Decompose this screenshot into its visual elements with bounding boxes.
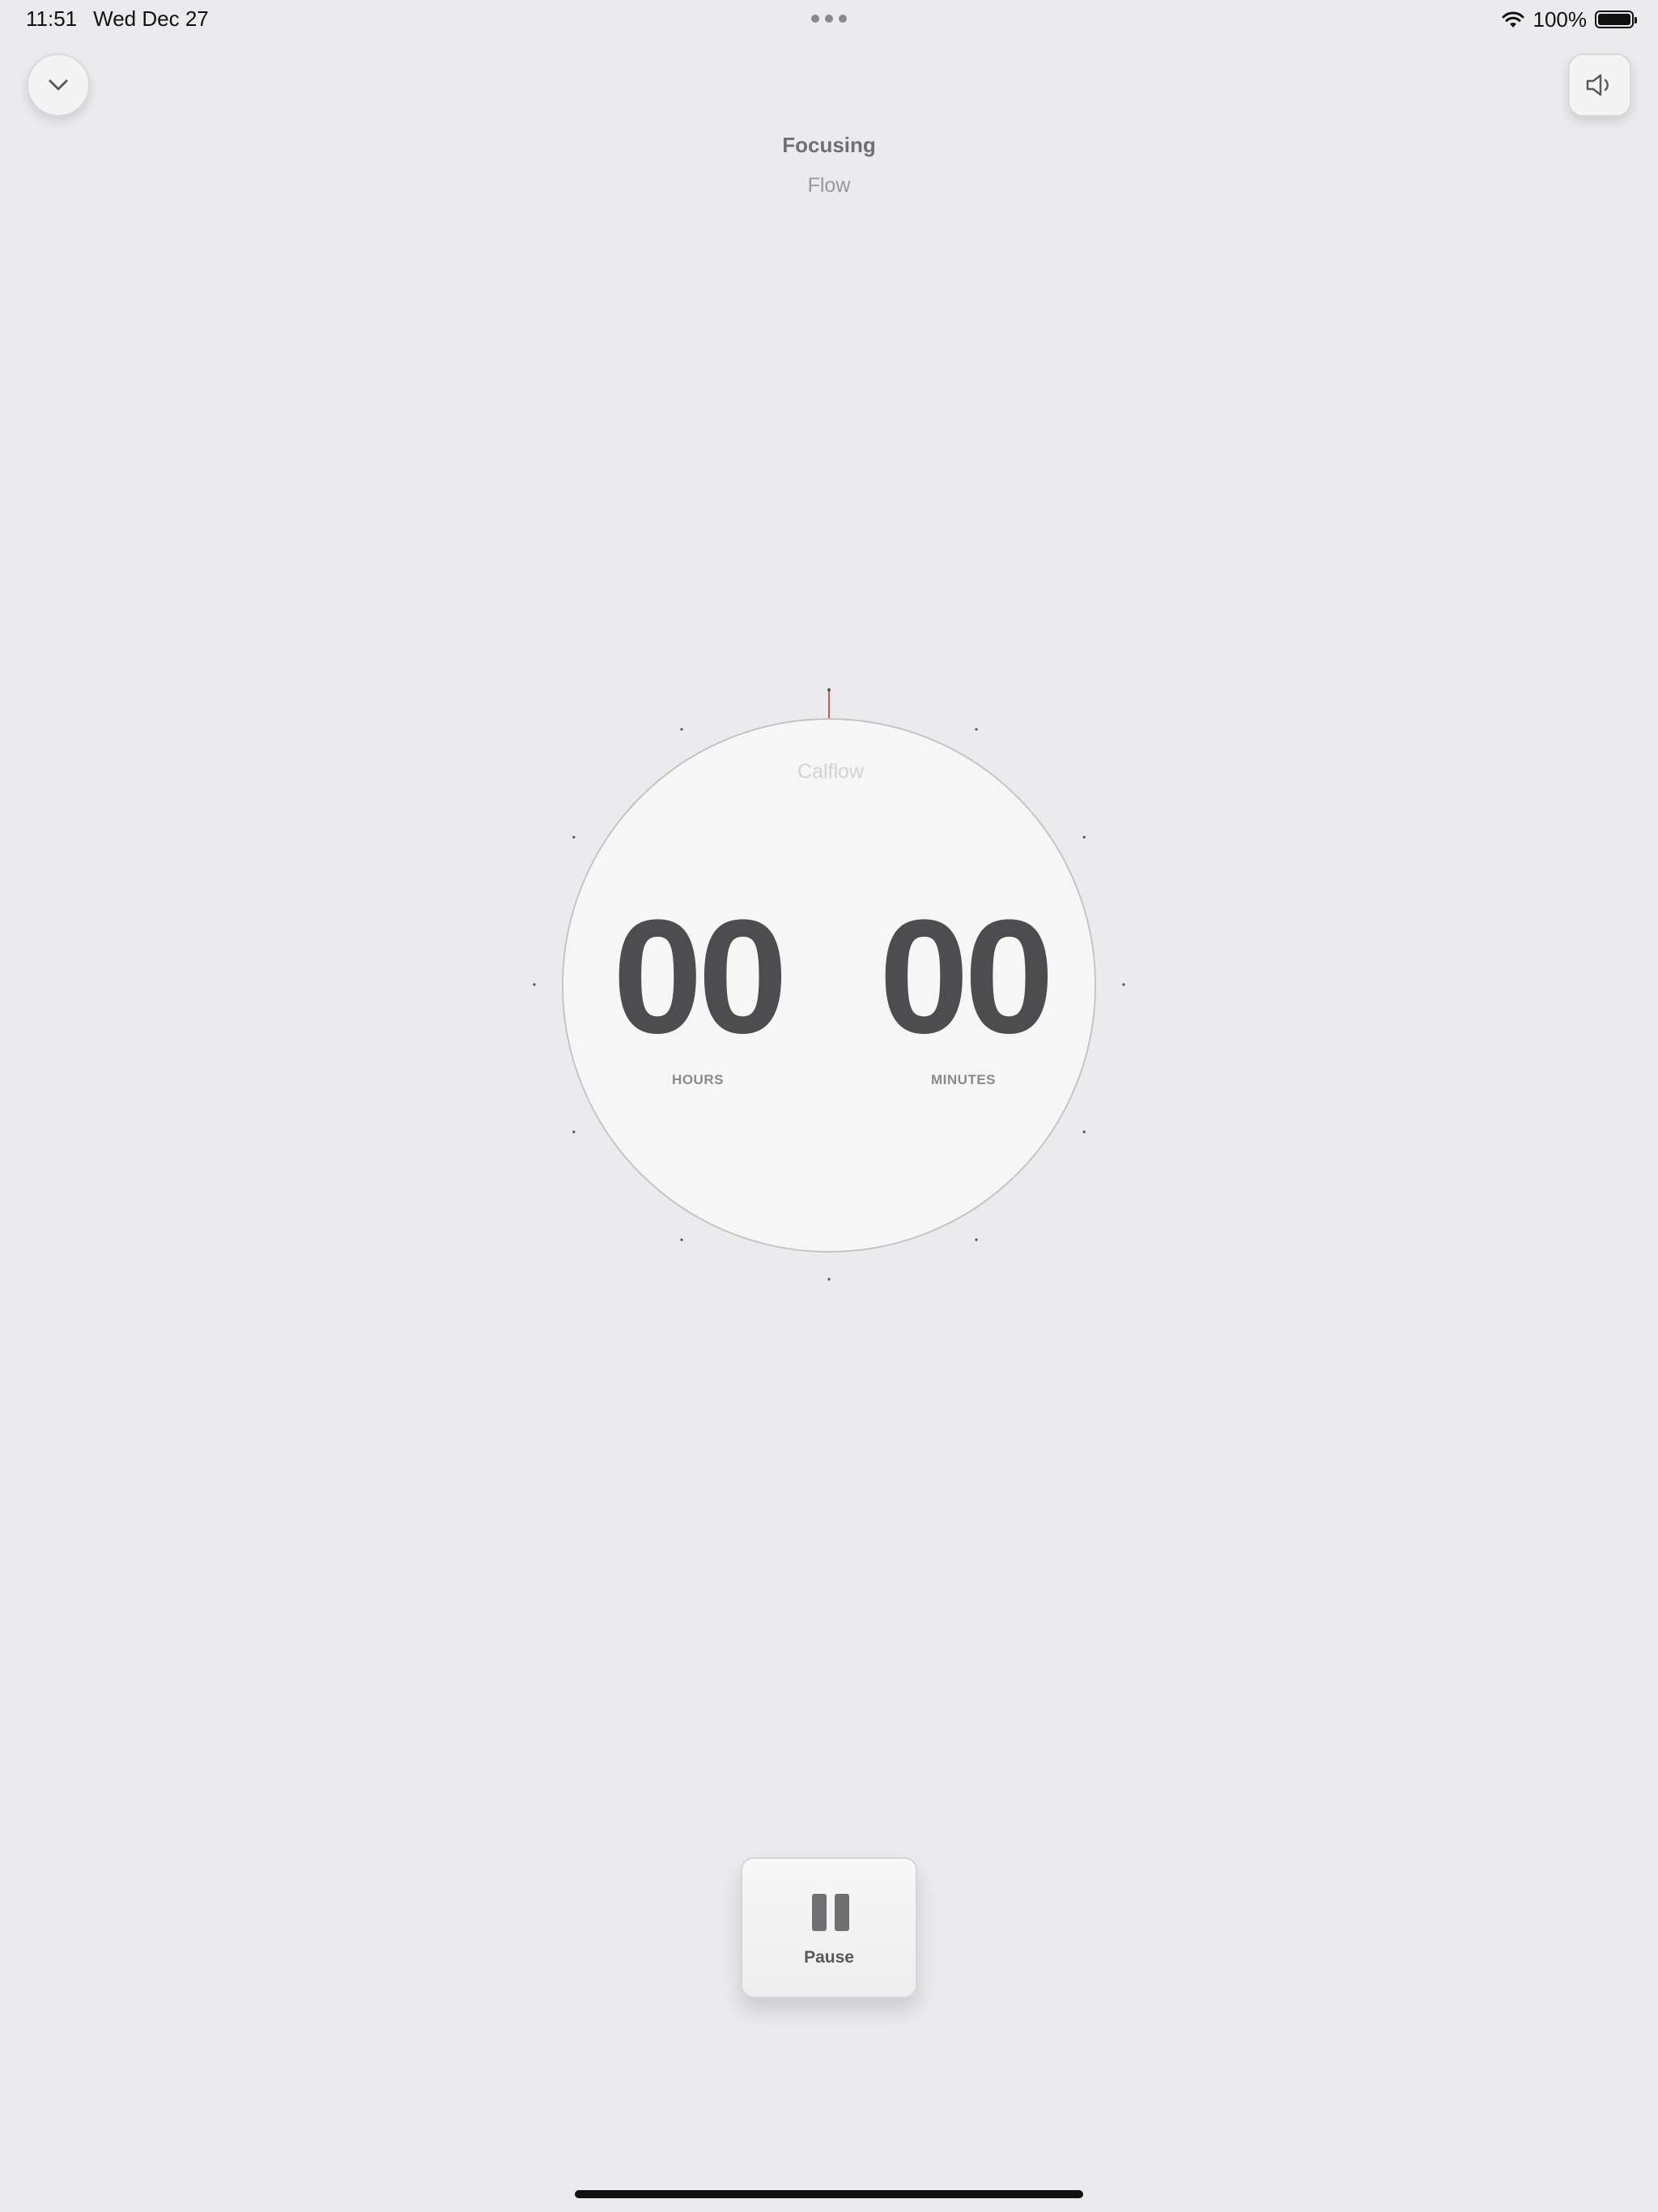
wifi-icon xyxy=(1502,11,1524,28)
status-bar-right: 100% xyxy=(1501,6,1637,32)
hours-value: 00 xyxy=(612,887,788,1067)
dial-tick xyxy=(572,1130,576,1134)
pause-icon xyxy=(812,1894,849,1931)
dial-tick xyxy=(1082,1130,1086,1134)
battery-percentage: 100% xyxy=(1533,6,1588,32)
timer-dial[interactable]: Calflow 00 00 HOURS MINUTES xyxy=(562,718,1096,1253)
dial-tick xyxy=(975,728,978,731)
dial-tick xyxy=(680,728,683,731)
dial-tick xyxy=(533,983,536,986)
speaker-icon xyxy=(1586,74,1609,96)
dial-tick xyxy=(1082,836,1086,839)
chevron-down-icon xyxy=(49,79,68,91)
home-indicator[interactable] xyxy=(575,2190,1083,2198)
sound-button[interactable] xyxy=(1568,53,1631,117)
more-dots-icon[interactable] xyxy=(811,15,847,23)
status-time: 11:51 xyxy=(26,6,78,31)
status-date: Wed Dec 27 xyxy=(93,6,209,31)
status-bar-left: 11:51 Wed Dec 27 xyxy=(26,6,209,32)
dial-tick xyxy=(572,836,576,839)
dial-tick xyxy=(680,1238,683,1241)
session-subtitle: Flow xyxy=(807,174,851,197)
dial-tick xyxy=(827,1278,831,1281)
hours-label: HOURS xyxy=(672,1072,724,1087)
battery-icon xyxy=(1595,11,1637,28)
dial-tick xyxy=(1122,983,1125,986)
dial-tick xyxy=(975,1238,978,1241)
minutes-label: MINUTES xyxy=(931,1072,996,1087)
session-title: Focusing xyxy=(782,133,876,157)
pause-label: Pause xyxy=(804,1948,854,1967)
brand-watermark: Calflow xyxy=(797,760,864,783)
pause-button[interactable]: Pause xyxy=(741,1857,917,1998)
collapse-button[interactable] xyxy=(27,53,90,117)
minutes-value: 00 xyxy=(878,887,1054,1067)
